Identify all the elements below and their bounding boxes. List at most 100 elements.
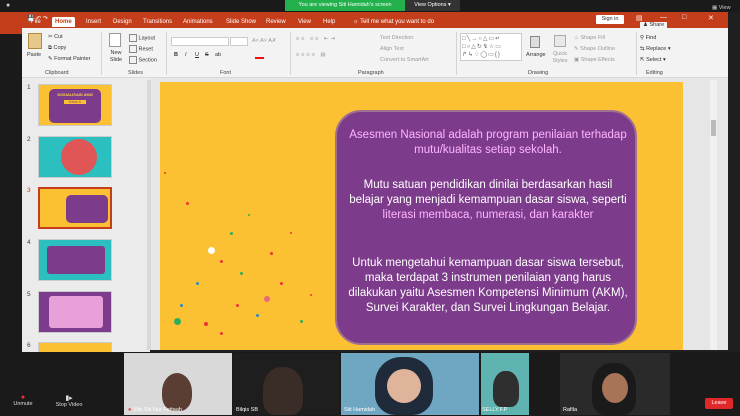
thumbnail-number: 6 bbox=[27, 342, 31, 349]
minimize-icon[interactable]: — bbox=[660, 14, 667, 21]
find-button[interactable]: ⚲ Find bbox=[640, 35, 656, 41]
shape-fill-button[interactable]: ♨ Shape Fill bbox=[574, 35, 605, 41]
quick-styles-icon[interactable] bbox=[554, 35, 566, 47]
new-slide-button[interactable]: New Slide bbox=[106, 50, 126, 64]
leave-button[interactable]: Leave bbox=[705, 398, 733, 409]
confetti-dot bbox=[236, 304, 239, 307]
slide-thumbnail-3-selected[interactable] bbox=[38, 187, 112, 229]
list-buttons-icon[interactable]: ≡≡ ≡≡ ⇤⇥ bbox=[296, 36, 337, 42]
align-buttons-icon[interactable]: ≡≡≡≡ ▤ bbox=[296, 52, 328, 58]
paste-button[interactable]: Paste bbox=[27, 52, 41, 58]
tab-home[interactable]: Home bbox=[52, 17, 75, 27]
font-size-field[interactable] bbox=[230, 37, 248, 46]
reset-button[interactable]: Reset bbox=[129, 45, 153, 53]
cut-button[interactable]: ✂ Cut bbox=[48, 34, 63, 40]
divider bbox=[636, 32, 637, 75]
shape-outline-button[interactable]: ✎ Shape Outline bbox=[574, 46, 615, 52]
close-icon[interactable]: ✕ bbox=[708, 14, 714, 22]
grid-icon: ▦ bbox=[712, 5, 718, 11]
paragraph-2: Mutu satuan pendidikan dinilai berdasark… bbox=[347, 178, 629, 223]
sign-in-button[interactable]: Sign in bbox=[596, 15, 624, 24]
thumbnail-card bbox=[49, 296, 103, 328]
participant-name: SELLY.F.P bbox=[482, 407, 508, 413]
slide-thumbnail-2[interactable] bbox=[38, 136, 112, 178]
arrange-icon[interactable] bbox=[530, 36, 540, 48]
thumbnail-scrollbar[interactable] bbox=[147, 80, 151, 350]
microphone-icon: ● bbox=[20, 394, 26, 401]
scrollbar-thumb[interactable] bbox=[711, 120, 716, 136]
cursor-icon: ⇱ bbox=[640, 57, 645, 63]
section-button[interactable]: Section bbox=[129, 56, 157, 64]
tab-view[interactable]: View bbox=[295, 17, 314, 27]
arrange-button[interactable]: Arrange bbox=[526, 52, 546, 58]
replace-icon: ⇆ bbox=[640, 46, 645, 52]
select-button[interactable]: ⇱ Select ▾ bbox=[640, 57, 666, 63]
scissors-icon: ✂ bbox=[48, 34, 53, 40]
drawing-group-label: Drawing bbox=[528, 70, 549, 76]
confetti-dot bbox=[270, 252, 273, 255]
font-name-field[interactable] bbox=[171, 37, 229, 46]
divider bbox=[290, 32, 291, 75]
tab-design[interactable]: Design bbox=[110, 17, 135, 27]
slide-thumbnail-4[interactable] bbox=[38, 239, 112, 281]
tab-review[interactable]: Review bbox=[263, 17, 289, 27]
underline-button[interactable]: U bbox=[195, 52, 199, 58]
unmute-button[interactable]: ● Unmute bbox=[8, 394, 38, 407]
font-group-label: Font bbox=[220, 70, 232, 76]
replace-button[interactable]: ⇆ Replace ▾ bbox=[640, 46, 671, 52]
new-slide-icon[interactable] bbox=[109, 33, 121, 47]
confetti-dot bbox=[164, 172, 166, 174]
tell-me-search[interactable]: ☼ Tell me what you want to do bbox=[350, 17, 437, 27]
ribbon-display-icon[interactable]: ▤ bbox=[636, 14, 643, 22]
view-options-button[interactable]: View Options ▾ bbox=[405, 0, 460, 11]
font-size-adjust-icon[interactable]: A˄ A˅ A✗ bbox=[252, 38, 277, 44]
share-icon: ♟ bbox=[643, 22, 648, 28]
layout-button[interactable]: Layout bbox=[129, 34, 155, 42]
layout-icon bbox=[129, 34, 137, 42]
thumbnail-title: SOSIALISASI AKM bbox=[57, 92, 93, 97]
confetti-dot bbox=[196, 282, 199, 285]
paste-icon[interactable] bbox=[28, 33, 42, 49]
stop-video-button[interactable]: ▮▸ Stop Video bbox=[52, 394, 86, 408]
paint-bucket-icon: ♨ bbox=[574, 35, 579, 41]
tab-help[interactable]: Help bbox=[320, 17, 338, 27]
tab-file[interactable]: File bbox=[28, 17, 44, 27]
brush-icon: ✎ bbox=[48, 56, 53, 62]
paragraph-2-highlight: literasi membaca, numerasi, dan karakter bbox=[382, 209, 594, 221]
shadow-button[interactable]: ab bbox=[215, 52, 221, 58]
tab-animations[interactable]: Animations bbox=[180, 17, 216, 27]
italic-button[interactable]: I bbox=[185, 52, 187, 58]
quick-styles-button[interactable]: Quick Styles bbox=[550, 51, 570, 65]
restore-icon[interactable]: □ bbox=[682, 14, 686, 21]
shapes-gallery[interactable]: □╲→○△▭↵ □○△↻↯☆▭ ↱↳♢◯▭{} bbox=[460, 33, 522, 61]
thumbnail-number: 4 bbox=[27, 239, 31, 246]
paragraph-group-label: Paragraph bbox=[358, 70, 384, 76]
font-color-icon[interactable] bbox=[255, 51, 264, 59]
text-direction-button[interactable]: Text Direction bbox=[380, 35, 413, 41]
content-card[interactable]: Asesmen Nasional adalah program penilaia… bbox=[335, 110, 637, 345]
divider bbox=[166, 32, 167, 75]
slide-thumbnail-5[interactable] bbox=[38, 291, 112, 333]
slides-group-label: Slides bbox=[128, 70, 143, 76]
editing-group-label: Editing bbox=[646, 70, 663, 76]
align-text-button[interactable]: Align Text bbox=[380, 46, 404, 52]
copy-button[interactable]: ⧉ Copy bbox=[48, 45, 66, 52]
format-painter-button[interactable]: ✎ Format Painter bbox=[48, 56, 91, 62]
tab-insert[interactable]: Insert bbox=[83, 17, 104, 27]
convert-smartart-button[interactable]: Convert to SmartArt bbox=[380, 57, 429, 63]
bold-button[interactable]: B bbox=[174, 52, 178, 58]
shield-icon[interactable]: ● bbox=[6, 0, 10, 12]
strikethrough-button[interactable]: S bbox=[205, 52, 209, 58]
confetti-dot bbox=[280, 282, 283, 285]
thumbnail-circle bbox=[61, 139, 97, 175]
participant-avatar bbox=[263, 367, 303, 415]
shape-effects-button[interactable]: ▣ Shape Effects bbox=[574, 57, 615, 63]
tab-transitions[interactable]: Transitions bbox=[140, 17, 175, 27]
confetti-dot bbox=[248, 214, 250, 216]
screen-share-banner: You are viewing Siti Hamidah's screen bbox=[285, 0, 405, 11]
tab-slide-show[interactable]: Slide Show bbox=[223, 17, 259, 27]
confetti-dot bbox=[208, 247, 215, 254]
share-button[interactable]: ♟ Share bbox=[640, 22, 668, 28]
slide-thumbnail-1[interactable]: SOSIALISASI AKM Kelas 6 bbox=[38, 84, 112, 126]
divider bbox=[101, 32, 102, 75]
